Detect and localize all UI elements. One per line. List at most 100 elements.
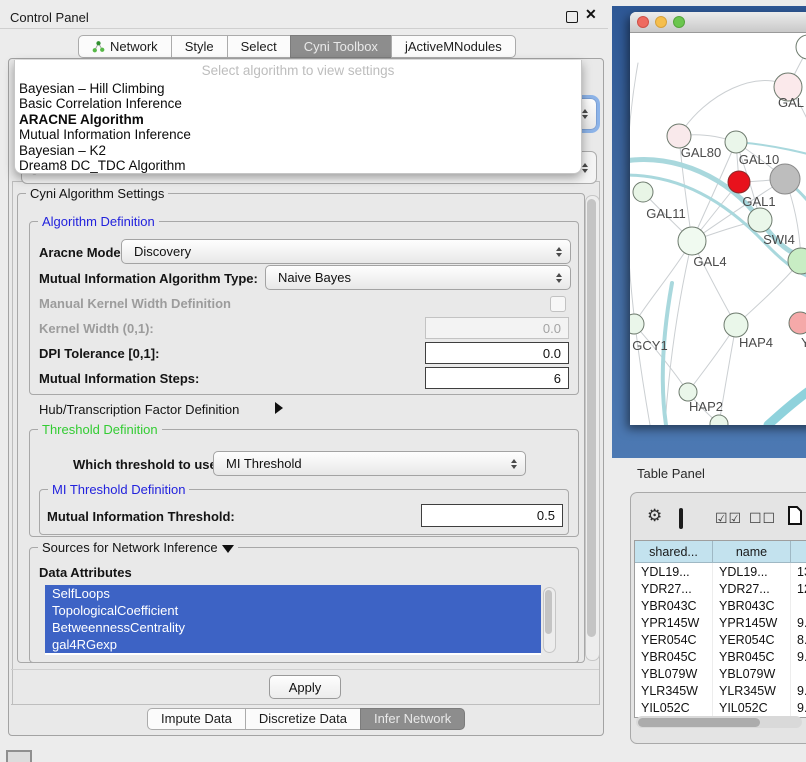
- network-canvas[interactable]: GALGAL80GAL10GAL11GAL1SWI4GAL4GCY1HAP4YH…: [630, 33, 806, 425]
- table-header-row: shared...nameA: [635, 541, 806, 563]
- float-window-icon[interactable]: [566, 11, 578, 23]
- aracne-mode-combobox[interactable]: Discovery: [121, 239, 571, 264]
- mi-steps-field[interactable]: 6: [425, 367, 569, 389]
- table-row[interactable]: YDL19...YDL19...13: [635, 563, 806, 580]
- tab-select[interactable]: Select: [227, 35, 291, 58]
- network-node-gal1[interactable]: [748, 208, 772, 232]
- kernel-width-value: 0.0: [543, 321, 561, 336]
- network-node-gcy1[interactable]: [630, 314, 644, 334]
- network-node[interactable]: [796, 35, 806, 59]
- tab-infer-network[interactable]: Infer Network: [360, 708, 465, 730]
- algorithm-option-aracne-algorithm[interactable]: ARACNE Algorithm: [15, 112, 581, 127]
- table-row[interactable]: YPR145WYPR145W9.: [635, 614, 806, 631]
- network-edge[interactable]: [663, 283, 672, 425]
- mi-steps-value: 6: [554, 371, 561, 386]
- network-node-gal4[interactable]: [678, 227, 706, 255]
- desktop-background: GALGAL80GAL10GAL11GAL1SWI4GAL4GCY1HAP4YH…: [612, 6, 806, 458]
- tab-cyni-toolbox[interactable]: Cyni Toolbox: [290, 35, 392, 58]
- attribute-item-topologicalcoefficient[interactable]: TopologicalCoefficient: [45, 602, 541, 619]
- collapse-arrow-icon[interactable]: [222, 545, 234, 553]
- algorithm-option-bayesian-k2[interactable]: Bayesian – K2: [15, 143, 581, 158]
- mi-algorithm-type-value: Naive Bayes: [278, 270, 351, 285]
- algorithm-option-basic-correlation-inference[interactable]: Basic Correlation Inference: [15, 96, 581, 111]
- table-cell: [791, 597, 806, 614]
- mac-zoom-icon[interactable]: [673, 16, 685, 28]
- minimized-panel-icon[interactable]: [6, 750, 32, 762]
- table-cell: 9.: [791, 699, 806, 716]
- table-cell: 9.: [791, 682, 806, 699]
- network-edge[interactable]: [768, 371, 806, 425]
- network-window-titlebar[interactable]: [630, 12, 806, 33]
- network-edge[interactable]: [736, 261, 801, 325]
- gear-icon[interactable]: ⚙: [647, 506, 662, 526]
- table-cell: 9.: [791, 648, 806, 665]
- table-row[interactable]: YIL052CYIL052C9.: [635, 699, 806, 716]
- tab-label: Cyni Toolbox: [304, 39, 378, 54]
- network-node[interactable]: [710, 415, 728, 425]
- expand-arrow-icon[interactable]: [275, 402, 283, 414]
- network-edge[interactable]: [679, 81, 788, 136]
- tab-impute-data[interactable]: Impute Data: [147, 708, 246, 730]
- new-table-icon[interactable]: [787, 505, 803, 531]
- network-node-hap4[interactable]: [724, 313, 748, 337]
- data-attributes-list[interactable]: SelfLoopsTopologicalCoefficientBetweenne…: [45, 585, 541, 655]
- attribute-item-betweennesscentrality[interactable]: BetweennessCentrality: [45, 619, 541, 636]
- column-header-name[interactable]: name: [713, 541, 791, 563]
- select-all-checkboxes-icon[interactable]: ☑☑: [715, 510, 742, 527]
- mi-algorithm-type-combobox[interactable]: Naive Bayes: [265, 265, 571, 290]
- attributes-scrollbar-thumb[interactable]: [545, 590, 552, 634]
- attribute-item-selfloops[interactable]: SelfLoops: [45, 585, 541, 602]
- network-node[interactable]: [728, 171, 750, 193]
- deselect-all-checkboxes-icon[interactable]: ☐☐: [749, 510, 776, 527]
- which-threshold-combobox[interactable]: MI Threshold: [213, 451, 526, 476]
- tab-discretize-data[interactable]: Discretize Data: [245, 708, 361, 730]
- settings-scrollbar[interactable]: [585, 195, 600, 661]
- aracne-mode-label: Aracne Mode:: [39, 245, 125, 260]
- table-row[interactable]: YBR043CYBR043C: [635, 597, 806, 614]
- table-row[interactable]: YER054CYER054C8.: [635, 631, 806, 648]
- algorithm-option-dream8-dc-tdc-algorithm[interactable]: Dream8 DC_TDC Algorithm: [15, 158, 581, 173]
- table-horizontal-scrollbar[interactable]: [636, 716, 802, 728]
- dpi-tolerance-field[interactable]: 0.0: [425, 342, 569, 364]
- mi-threshold-field[interactable]: 0.5: [421, 504, 563, 527]
- column-view-icon[interactable]: [679, 508, 683, 529]
- network-node-y[interactable]: [789, 312, 806, 334]
- apply-button[interactable]: Apply: [269, 675, 341, 699]
- table-row[interactable]: YDR27...YDR27...12: [635, 580, 806, 597]
- mac-close-icon[interactable]: [637, 16, 649, 28]
- tab-label: jActiveMNodules: [405, 39, 502, 54]
- node-label-gal: GAL: [778, 95, 804, 110]
- network-view-window[interactable]: GALGAL80GAL10GAL11GAL1SWI4GAL4GCY1HAP4YH…: [630, 12, 806, 425]
- algorithm-option-mutual-information-inference[interactable]: Mutual Information Inference: [15, 127, 581, 142]
- attributes-scrollbar[interactable]: [543, 587, 556, 653]
- manual-kernel-width-checkbox[interactable]: [550, 296, 566, 312]
- algorithm-definition-title: Algorithm Definition: [38, 214, 159, 229]
- network-edge[interactable]: [630, 63, 650, 425]
- algorithm-option-bayesian-hill-climbing[interactable]: Bayesian – Hill Climbing: [15, 81, 581, 96]
- node-label-gal4: GAL4: [693, 254, 726, 269]
- tab-network[interactable]: Network: [78, 35, 172, 58]
- network-graph[interactable]: GALGAL80GAL10GAL11GAL1SWI4GAL4GCY1HAP4YH…: [630, 33, 806, 425]
- table-row[interactable]: YBR045CYBR045C9.: [635, 648, 806, 665]
- table-cell: YLR345W: [713, 682, 791, 699]
- column-header-shared[interactable]: shared...: [635, 541, 713, 563]
- dropdown-prompt: Select algorithm to view settings: [15, 60, 581, 80]
- table-row[interactable]: YLR345WYLR345W9.: [635, 682, 806, 699]
- settings-scrollbar-thumb[interactable]: [587, 199, 596, 637]
- mac-minimize-icon[interactable]: [655, 16, 667, 28]
- network-node-gal11[interactable]: [633, 182, 653, 202]
- network-node-gal10[interactable]: [770, 164, 800, 194]
- attribute-item-gal4rgexp[interactable]: gal4RGexp: [45, 636, 541, 653]
- close-icon[interactable]: ✕: [585, 6, 597, 23]
- kernel-width-field[interactable]: 0.0: [425, 317, 569, 339]
- table-hscrollbar-thumb[interactable]: [638, 718, 760, 727]
- tab-jactivemnodules[interactable]: jActiveMNodules: [391, 35, 516, 58]
- sources-group-title: Sources for Network Inference: [38, 540, 238, 555]
- threshold-definition-title: Threshold Definition: [38, 422, 162, 437]
- tab-style[interactable]: Style: [171, 35, 228, 58]
- network-node-gal80[interactable]: [725, 131, 747, 153]
- table-row[interactable]: YBL079WYBL079W: [635, 665, 806, 682]
- column-header-a[interactable]: A: [791, 541, 806, 563]
- mi-threshold-label: Mutual Information Threshold:: [47, 509, 235, 524]
- aracne-mode-value: Discovery: [134, 244, 191, 259]
